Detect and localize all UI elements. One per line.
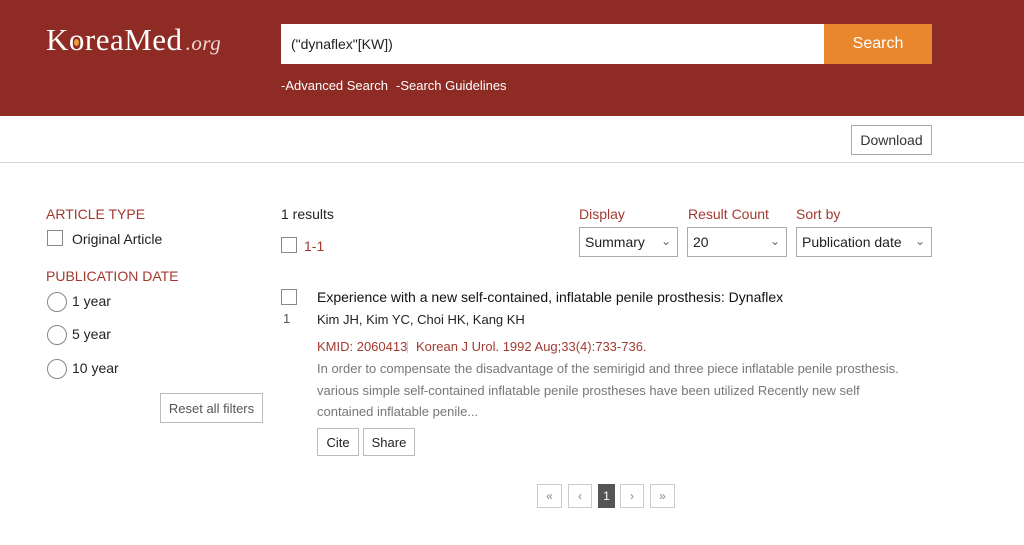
sort-by-select[interactable]: Publication date ⌄ [796,227,932,257]
filter-10-year-label: 10 year [72,360,119,376]
article-type-title: ARTICLE TYPE [46,206,146,222]
results-count: 1 results [281,206,334,222]
logo-letter-k: K [46,22,69,57]
result-count-select[interactable]: 20 ⌄ [687,227,787,257]
sort-by-label: Sort by [796,206,841,222]
search-input[interactable] [281,24,824,64]
filter-5-year-radio[interactable] [47,325,67,345]
meta-divider [407,341,408,353]
results-range: 1-1 [304,238,325,254]
chevron-down-icon: ⌄ [660,234,671,248]
reset-filters-button[interactable]: Reset all filters [160,393,263,423]
site-header: KoreaMed.org Search -Advanced Search -Se… [0,0,1024,116]
result-checkbox[interactable] [281,289,297,305]
filter-1-year-label: 1 year [72,293,111,309]
logo-o-mark: o [68,22,85,57]
last-page-icon[interactable]: » [650,484,675,508]
chevron-down-icon: ⌄ [914,234,925,248]
result-count-select-value: 20 [693,234,709,250]
filter-1-year-radio[interactable] [47,292,67,312]
koreamed-logo[interactable]: KoreaMed .org [46,22,221,58]
logo-suffix: .org [185,31,222,55]
result-kmid: KMID: 2060413 [317,339,408,354]
search-guidelines-link[interactable]: -Search Guidelines [396,78,507,93]
result-count-label: Result Count [688,206,769,222]
cite-button[interactable]: Cite [317,428,359,456]
result-citation: Korean J Urol. 1992 Aug;33(4):733-736. [416,339,647,354]
result-authors: Kim JH, Kim YC, Choi HK, Kang KH [317,312,525,327]
advanced-search-link[interactable]: -Advanced Search [281,78,388,93]
sort-by-select-value: Publication date [802,234,902,250]
select-all-checkbox[interactable] [281,237,297,253]
publication-date-title: PUBLICATION DATE [46,268,179,284]
filter-10-year-radio[interactable] [47,359,67,379]
prev-page-icon[interactable]: ‹ [568,484,592,508]
first-page-icon[interactable]: « [537,484,562,508]
search-button[interactable]: Search [824,24,932,64]
logo-text: reaMed [84,22,183,57]
toolbar-divider [0,162,1024,163]
result-index: 1 [283,311,291,326]
result-abstract: In order to compensate the disadvantage … [317,361,899,419]
result-title-link[interactable]: Experience with a new self-contained, in… [317,289,783,305]
display-select[interactable]: Summary ⌄ [579,227,678,257]
current-page-button[interactable]: 1 [598,484,615,508]
next-page-icon[interactable]: › [620,484,644,508]
chevron-down-icon: ⌄ [769,234,780,248]
share-button[interactable]: Share [363,428,415,456]
display-select-value: Summary [585,234,645,250]
display-label: Display [579,206,625,222]
filter-original-article-label: Original Article [72,231,163,247]
filter-5-year-label: 5 year [72,326,111,342]
filter-original-article-checkbox[interactable] [47,230,63,246]
download-button[interactable]: Download [851,125,932,155]
